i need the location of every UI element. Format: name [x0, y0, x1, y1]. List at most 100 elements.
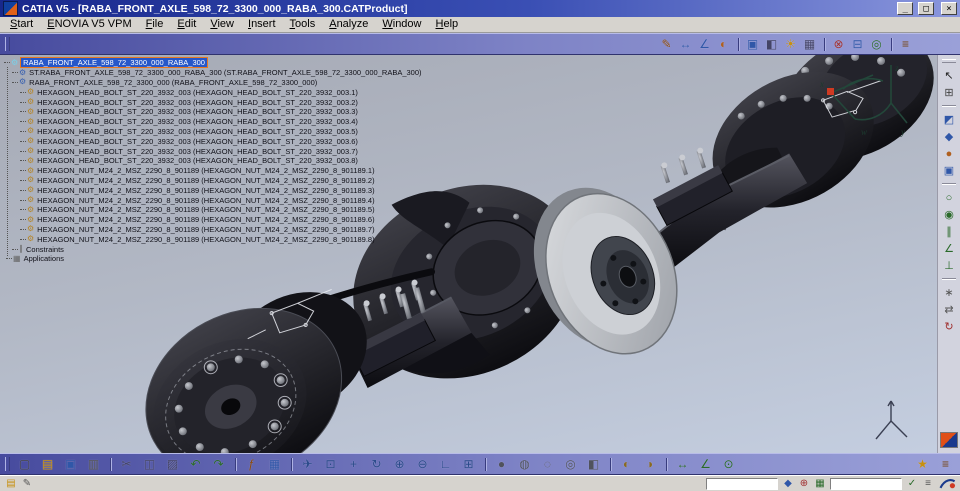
sectioning-icon[interactable]: ⊟ [849, 36, 866, 53]
tree-item[interactable]: ⚙ HEXAGON_NUT_M24_2_MSZ_2290_8_901189 (H… [20, 195, 423, 205]
part-icon[interactable]: ⚙ [27, 156, 34, 165]
tree-item-label[interactable]: HEXAGON_NUT_M24_2_MSZ_2290_8_901189 (HEX… [36, 196, 375, 205]
tree-item-label[interactable]: HEXAGON_HEAD_BOLT_ST_220_3932_003 (HEXAG… [36, 98, 359, 107]
toolbar-grip[interactable] [5, 37, 10, 51]
tree-item[interactable]: ⚙ HEXAGON_NUT_M24_2_MSZ_2290_8_901189 (H… [20, 225, 423, 235]
part-icon[interactable]: ⚙ [27, 225, 34, 233]
tree-item-label[interactable]: HEXAGON_NUT_M24_2_MSZ_2290_8_901189 (HEX… [36, 225, 375, 234]
tree-item-label[interactable]: HEXAGON_HEAD_BOLT_ST_220_3932_003 (HEXAG… [36, 107, 359, 116]
menu-item[interactable]: Start [3, 17, 40, 32]
minimize-button[interactable]: _ [897, 2, 914, 16]
part-icon[interactable]: ⚙ [19, 78, 26, 86]
tree-item-label[interactable]: HEXAGON_HEAD_BOLT_ST_220_3932_003 (HEXAG… [36, 88, 359, 97]
fit-all-icon[interactable]: ⊡ [320, 456, 341, 473]
part-icon[interactable]: ⚙ [27, 117, 34, 126]
existing-component-icon[interactable]: ▣ [940, 162, 958, 179]
tree-item[interactable]: ⚙ RABA_FRONT_AXLE_598_72_3300_000 (RABA_… [12, 78, 423, 88]
clash-icon[interactable]: ⊗ [824, 36, 847, 53]
ground-icon[interactable]: ▦ [801, 36, 818, 53]
power-input-field[interactable] [830, 477, 902, 490]
tree-item-label[interactable]: RABA_FRONT_AXLE_598_72_3300_000_RABA_300 [20, 57, 208, 69]
cut-icon[interactable]: ✂ [110, 456, 137, 473]
part-icon[interactable]: ⚙ [27, 215, 34, 224]
manipulate-icon[interactable]: ∗ [940, 278, 958, 301]
open-folder-icon[interactable]: ▤ [37, 456, 58, 473]
snap-icon[interactable]: ⇄ [940, 301, 958, 318]
hide-show-icon[interactable]: ◐ [610, 456, 637, 473]
tree-item-label[interactable]: Constraints [25, 245, 65, 254]
part-icon[interactable]: ⚙ [27, 127, 34, 135]
part-icon[interactable]: ⚙ [27, 196, 34, 204]
normal-view-icon[interactable]: ∟ [435, 456, 456, 473]
copy-icon[interactable]: ◫ [139, 456, 160, 473]
inertia-icon[interactable]: ⊙ [718, 456, 739, 473]
part-icon[interactable]: ▦ [13, 254, 21, 263]
tree-item[interactable]: ⚙ HEXAGON_HEAD_BOLT_ST_220_3932_003 (HEX… [20, 117, 423, 127]
title-bar[interactable]: CATIA V5 - [RABA_FRONT_AXLE_598_72_3300_… [0, 0, 960, 17]
list-status-icon[interactable]: ≡ [921, 477, 935, 490]
part-icon[interactable]: ∥ [19, 245, 23, 253]
tree-item-label[interactable]: HEXAGON_HEAD_BOLT_ST_220_3932_003 (HEXAG… [36, 127, 359, 136]
rectangle-select-icon[interactable]: ⊞ [940, 84, 958, 101]
tree-item[interactable]: ⚙ HEXAGON_HEAD_BOLT_ST_220_3932_003 (HEX… [20, 87, 423, 97]
close-button[interactable]: × [941, 2, 957, 16]
tree-item-label[interactable]: HEXAGON_NUT_M24_2_MSZ_2290_8_901189 (HEX… [36, 166, 375, 175]
grid-status-icon[interactable]: ▦ [813, 477, 827, 490]
lighting-icon[interactable]: ☀ [782, 36, 799, 53]
tree-item[interactable]: ⚙ HEXAGON_NUT_M24_2_MSZ_2290_8_901189 (H… [20, 166, 423, 176]
shaded-edges-icon[interactable]: ◍ [514, 456, 535, 473]
part-icon[interactable]: ⚙ [27, 88, 34, 96]
design-table-icon[interactable]: ▦ [264, 456, 285, 473]
menu-item[interactable]: Insert [241, 17, 283, 32]
part-icon[interactable]: ⚙ [27, 147, 34, 155]
part-icon[interactable]: ⚙ [19, 68, 26, 77]
new-document-icon[interactable]: ▢ [14, 456, 35, 473]
axis-status-icon[interactable]: ◆ [781, 477, 795, 490]
tree-item[interactable]: ⚙ HEXAGON_HEAD_BOLT_ST_220_3932_003 (HEX… [20, 97, 423, 107]
tree-item[interactable]: ⚙ HEXAGON_HEAD_BOLT_ST_220_3932_003 (HEX… [20, 136, 423, 146]
apply-material-icon[interactable]: ◐ [715, 36, 732, 53]
compass-manipulation-handle[interactable] [827, 88, 834, 95]
prompt-field[interactable] [706, 477, 778, 490]
measure-between-icon[interactable]: ↔ [666, 456, 693, 473]
tree-item-label[interactable]: HEXAGON_HEAD_BOLT_ST_220_3932_003 (HEXAG… [36, 156, 359, 165]
tree-item-label[interactable]: HEXAGON_NUT_M24_2_MSZ_2290_8_901189 (HEX… [36, 205, 375, 214]
pencil-icon[interactable]: ✎ [658, 36, 675, 53]
catia-app-icon[interactable] [3, 1, 18, 16]
menu-item[interactable]: Tools [283, 17, 323, 32]
compass[interactable]: x z y w [817, 59, 909, 155]
menu-item[interactable]: View [203, 17, 241, 32]
catalog-browser-icon[interactable]: ≡ [891, 36, 914, 53]
tree-item[interactable]: ⚙ HEXAGON_HEAD_BOLT_ST_220_3932_003 (HEX… [20, 156, 423, 166]
tree-item-label[interactable]: HEXAGON_NUT_M24_2_MSZ_2290_8_901189 (HEX… [36, 176, 375, 185]
tree-item[interactable]: ⚙ HEXAGON_HEAD_BOLT_ST_220_3932_003 (HEX… [20, 127, 423, 137]
menu-item[interactable]: File [139, 17, 171, 32]
hidden-line-icon[interactable]: ◎ [560, 456, 581, 473]
multi-view-icon[interactable]: ⊞ [458, 456, 479, 473]
zoom-in-icon[interactable]: ⊕ [389, 456, 410, 473]
tree-item-label[interactable]: HEXAGON_NUT_M24_2_MSZ_2290_8_901189 (HEX… [36, 186, 375, 195]
zoom-out-icon[interactable]: ⊖ [412, 456, 433, 473]
coincidence-constraint-icon[interactable]: ○ [940, 183, 958, 206]
pan-icon[interactable]: + [343, 456, 364, 473]
part-icon[interactable]: ⚙ [27, 205, 34, 214]
part-icon[interactable]: ⚙ [27, 166, 34, 175]
wireframe-icon[interactable]: ◌ [537, 456, 558, 473]
tree-item-label[interactable]: HEXAGON_HEAD_BOLT_ST_220_3932_003 (HEXAG… [36, 117, 359, 126]
swap-visible-icon[interactable]: ◑ [639, 456, 660, 473]
edit-status-icon[interactable]: ✎ [20, 477, 34, 490]
tree-item-label[interactable]: ST.RABA_FRONT_AXLE_598_72_3300_000_RABA_… [28, 68, 422, 77]
rotate-view-icon[interactable]: ↻ [366, 456, 387, 473]
menu-item[interactable]: Help [429, 17, 466, 32]
tree-item[interactable]: ▦ Applications [6, 254, 423, 264]
part-icon[interactable]: ⚙ [27, 107, 34, 116]
tree-item-label[interactable]: HEXAGON_HEAD_BOLT_ST_220_3932_003 (HEXAG… [36, 147, 359, 156]
depth-effect-icon[interactable]: ◧ [763, 36, 780, 53]
catalog-icon[interactable]: ≡ [935, 456, 956, 473]
part-icon[interactable]: ⚙ [11, 58, 18, 67]
document-status-icon[interactable]: ▤ [4, 477, 18, 490]
menu-item[interactable]: Window [375, 17, 428, 32]
tree-item[interactable]: ⚙ HEXAGON_NUT_M24_2_MSZ_2290_8_901189 (H… [20, 176, 423, 186]
select-arrow-icon[interactable]: ↖ [940, 67, 958, 84]
part-icon[interactable]: ⚙ [27, 235, 34, 243]
